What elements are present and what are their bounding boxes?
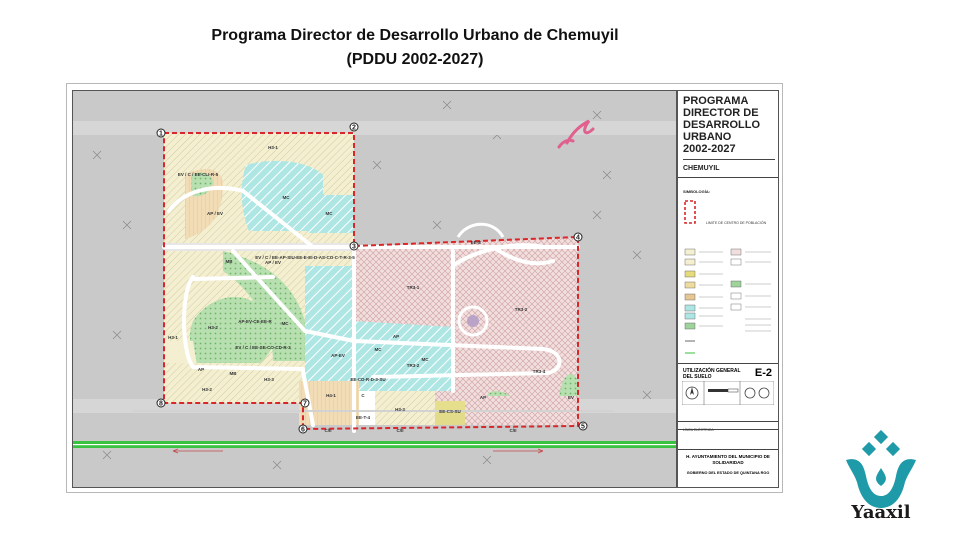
label-mb-2: MB [230,371,238,376]
highway-direction-arrows [172,448,544,454]
legend-panel: PROGRAMA DIRECTOR DE DESARROLLO URBANO 2… [676,90,779,488]
label-mc-4: MC [375,347,383,352]
legend-simbologia: SIMBOLOGÍA: [683,189,711,194]
label-mc-1: MC [283,195,291,200]
label-ap-1: AP [198,367,204,372]
svg-text:4: 4 [576,235,580,242]
legend-municipality: H. AYUNTAMIENTO DEL MUNICIPIO DE SOLIDAR… [686,454,770,465]
legend-place: CHEMUYIL [683,165,720,172]
label-cr-2: C/II [396,428,403,433]
legend-sheet-code: E-2 [754,367,772,379]
label-ap-ev-2: AP / EV [265,260,281,265]
svg-text:7: 7 [303,401,307,408]
label-mb-1: MB [226,259,234,264]
label-mc-2: MC [326,211,334,216]
label-tr3-1: TR3-1 [407,285,420,290]
label-ev-c3: EV / C / EE-SE-CO-CD-R-3 [235,345,291,350]
vertex-7: 7 [300,398,310,408]
legend-government: GOBIERNO DEL ESTADO DE QUINTANA ROO [686,471,770,475]
label-ev: EV [568,395,574,400]
label-ap-3: AP [480,395,486,400]
label-h3-1: H3-1 [268,145,278,150]
label-tr3-2b: TR3-2 [515,307,528,312]
svg-text:5: 5 [581,424,585,431]
label-ce-e: EE-E [471,240,482,245]
vertex-2: 2 [349,122,359,132]
label-h3-1b: H3-1 [168,335,178,340]
yaaxil-brand-name: Yaaxil [851,502,911,523]
vertex-6: 6 [298,424,308,434]
label-h3-3b: H3-3 [395,407,405,412]
label-h3-2: H3-2 [208,325,218,330]
legend-limite: LIMITE DE CENTRO DE POBLACIÓN [706,221,767,225]
label-ap-ev: AP / EV [207,211,223,216]
svg-text:1: 1 [159,131,163,138]
label-cr-1: C/II [324,428,331,433]
label-tr3-4: TR3-4 [533,369,546,374]
label-cr-3: C/II [509,428,516,433]
label-ev-c: EV / C / EE-CLI-R-5 [178,172,219,177]
label-tr3-2: TR3-2 [407,363,420,368]
vertex-8: 8 [156,398,166,408]
svg-text:6: 6 [301,427,305,434]
svg-text:8: 8 [159,401,163,408]
label-h3-3: H3-3 [264,377,274,382]
legend-sheet-title: UTILIZACIÓN GENERAL DEL SUELO [683,368,741,380]
legend-plan-title: PROGRAMA DIRECTOR DE DESARROLLO URBANO 2… [683,95,775,160]
svg-text:2: 2 [352,125,356,132]
label-h3-2b: H3-2 [202,387,212,392]
legend-scale-and-logos [682,381,774,405]
vertex-5: 5 [578,421,588,431]
label-mc-3: MC [282,321,290,326]
label-ee-t4: EE-T-4 [356,415,371,420]
vertex-3: 3 [349,241,359,251]
land-use-map[interactable]: 1 2 3 4 5 6 7 8 H3-1 MC MC EV / C / EE-C… [72,90,678,488]
label-h4-1: H4-1 [326,393,336,398]
page-title-line1: Programa Director de Desarrollo Urbano d… [211,27,619,44]
label-ap-2: AP [393,334,399,339]
label-am-ev: AP-EV [331,353,345,358]
svg-text:3: 3 [352,244,356,251]
label-ee-cd: EE-CD-R-D-3-SU [350,377,385,382]
label-mc-5: MC [422,357,430,362]
vertex-4: 4 [573,232,583,242]
label-ap-ev-ce: AP-EV-CE-EE-R [238,319,272,324]
vertex-1: 1 [156,128,166,138]
label-ee-cs: EE-CS-SU [439,409,461,414]
page-title-line2: (PDDU 2002-2027) [346,51,484,68]
